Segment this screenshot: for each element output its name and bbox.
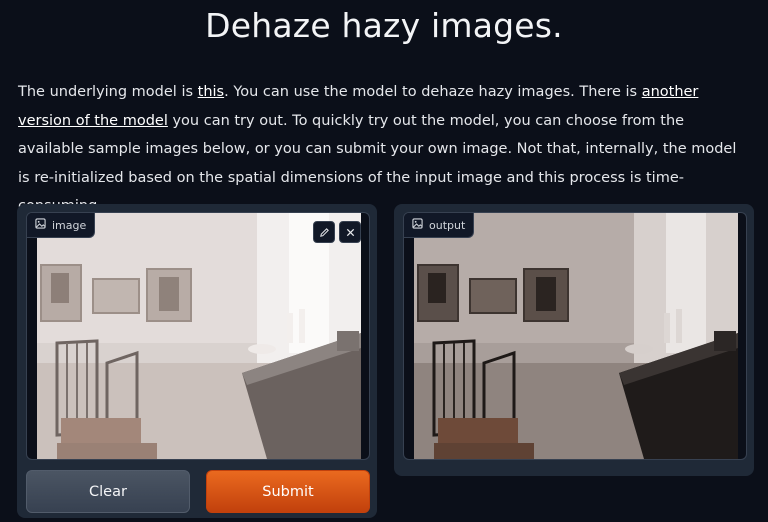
dehazed-image bbox=[414, 213, 738, 459]
input-label-text: image bbox=[52, 218, 87, 232]
description-text-2: . You can use the model to dehaze hazy i… bbox=[224, 84, 642, 100]
description: The underlying model is this. You can us… bbox=[18, 78, 750, 221]
input-panel: image Clear Submit bbox=[17, 204, 377, 518]
close-icon[interactable] bbox=[339, 221, 361, 243]
edit-icon[interactable] bbox=[313, 221, 335, 243]
submit-button[interactable]: Submit bbox=[206, 470, 370, 513]
input-label: image bbox=[27, 213, 96, 238]
page-title: Dehaze hazy images. bbox=[205, 6, 563, 45]
image-tools bbox=[313, 221, 361, 243]
description-text-1: The underlying model is bbox=[18, 84, 198, 100]
hazy-image bbox=[37, 213, 361, 459]
output-label: output bbox=[404, 213, 475, 238]
clear-button[interactable]: Clear bbox=[26, 470, 190, 513]
output-panel: output bbox=[394, 204, 754, 476]
image-upload[interactable]: image bbox=[26, 212, 370, 460]
image-icon bbox=[412, 218, 423, 232]
image-icon bbox=[35, 218, 46, 232]
output-image-box: output bbox=[403, 212, 747, 460]
output-label-text: output bbox=[429, 218, 466, 232]
model-link[interactable]: this bbox=[198, 84, 224, 100]
